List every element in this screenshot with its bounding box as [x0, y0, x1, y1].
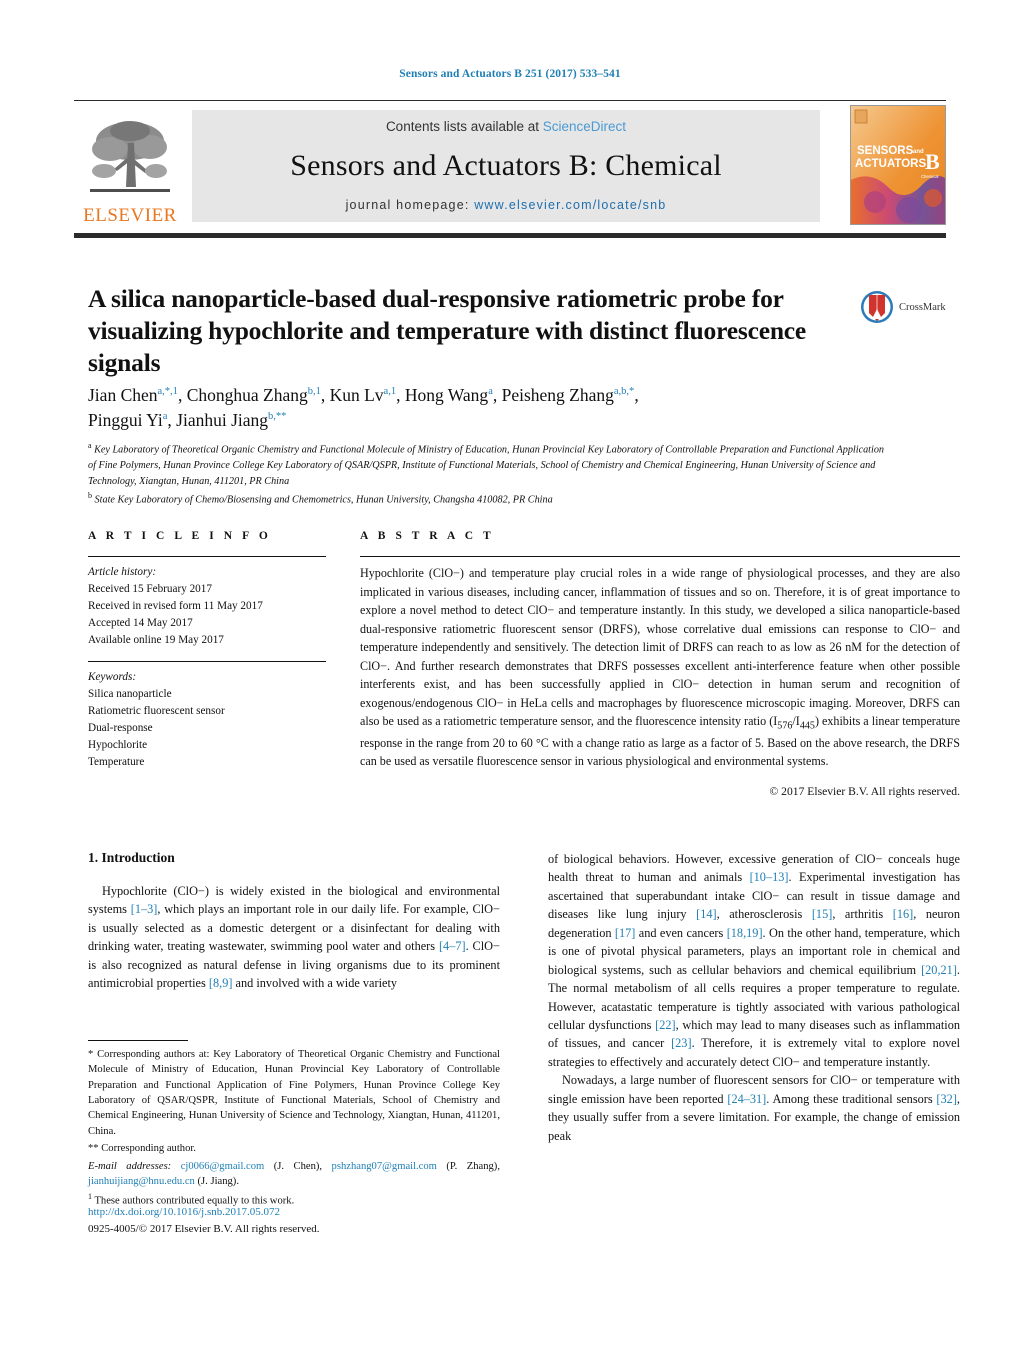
- section-heading-introduction: 1. Introduction: [88, 850, 175, 865]
- footnote-block: * Corresponding authors at: Key Laborato…: [88, 1040, 500, 1211]
- page-title: A silica nanoparticle-based dual-respons…: [88, 284, 807, 378]
- keyword-1: Silica nanoparticle: [88, 688, 172, 701]
- svg-text:ACTUATORS: ACTUATORS: [855, 158, 926, 170]
- footnote-corresponding-authors: * Corresponding authors at: Key Laborato…: [88, 1049, 500, 1137]
- elsevier-tree-icon: [90, 121, 170, 192]
- author-line-1: Jian Chena,*,1, Chonghua Zhangb,1, Kun L…: [88, 385, 639, 405]
- keywords-block: Keywords: Silica nanoparticle Ratiometri…: [88, 669, 326, 771]
- body-column-left: 1. Introduction Hypochlorite (ClO−) is w…: [88, 850, 500, 993]
- journal-cover-thumbnail: SENSORS and ACTUATORS B Chemical: [850, 105, 946, 225]
- journal-homepage-line: journal homepage: www.elsevier.com/locat…: [346, 198, 667, 212]
- sciencedirect-link[interactable]: ScienceDirect: [543, 119, 626, 134]
- intro-paragraph-left: Hypochlorite (ClO−) is widely existed in…: [88, 884, 500, 991]
- journal-band: Contents lists available at ScienceDirec…: [192, 110, 820, 222]
- title-block: A silica nanoparticle-based dual-respons…: [88, 283, 848, 379]
- journal-cover-art: SENSORS and ACTUATORS B Chemical: [851, 106, 945, 224]
- footnote-corresponding-author-2: ** Corresponding author.: [88, 1143, 196, 1155]
- journal-masthead: ELSEVIER Contents lists available at Sci…: [74, 104, 946, 227]
- running-head: Sensors and Actuators B 251 (2017) 533–5…: [399, 68, 621, 80]
- doi-link[interactable]: http://dx.doi.org/10.1016/j.snb.2017.05.…: [88, 1204, 500, 1221]
- contents-prefix: Contents lists available at: [385, 119, 543, 134]
- issn-copyright: 0925-4005/© 2017 Elsevier B.V. All right…: [88, 1222, 320, 1235]
- email-link-zhang[interactable]: pshzhang07@gmail.com: [332, 1161, 437, 1172]
- email-owner-jiang: (J. Jiang).: [197, 1175, 240, 1187]
- author-line-2: Pinggui Yia, Jianhui Jiangb,**: [88, 409, 287, 430]
- homepage-prefix: journal homepage:: [345, 198, 475, 212]
- history-accepted: Accepted 14 May 2017: [88, 617, 193, 630]
- intro-paragraph-right-2: Nowadays, a large number of fluorescent …: [548, 1073, 960, 1143]
- email-addresses-label: E-mail addresses:: [88, 1160, 172, 1172]
- article-info-column: A R T I C L E I N F O Article history: R…: [88, 530, 326, 771]
- abstract-text: Hypochlorite (ClO−) and temperature play…: [360, 566, 961, 769]
- svg-text:SENSORS: SENSORS: [857, 145, 914, 157]
- affiliation-a: a Key Laboratory of Theoretical Organic …: [88, 441, 885, 488]
- abstract-column: A B S T R A C T Hypochlorite (ClO−) and …: [360, 530, 960, 798]
- footnote-rule: [88, 1040, 188, 1041]
- masthead-bottom-bar: [74, 233, 946, 238]
- footer-block: http://dx.doi.org/10.1016/j.snb.2017.05.…: [88, 1204, 500, 1237]
- intro-paragraph-right-1: of biological behaviors. However, excess…: [548, 852, 960, 1069]
- email-link-jiang[interactable]: jianhuijiang@hnu.edu.cn: [88, 1176, 195, 1187]
- crossmark-icon: [861, 291, 893, 323]
- article-history-block: Article history: Received 15 February 20…: [88, 564, 326, 649]
- affiliation-b: b State Key Laboratory of Chemo/Biosensi…: [88, 490, 553, 506]
- keyword-3: Dual-response: [88, 722, 153, 735]
- author-list: Jian Chena,*,1, Chonghua Zhangb,1, Kun L…: [88, 383, 878, 433]
- email-owner-zhang: (P. Zhang),: [446, 1160, 500, 1172]
- svg-text:Chemical: Chemical: [921, 174, 939, 179]
- paper-page: Sensors and Actuators B 251 (2017) 533–5…: [0, 0, 1020, 1351]
- body-column-right: of biological behaviors. However, excess…: [548, 850, 960, 1145]
- elsevier-logo: ELSEVIER: [74, 104, 186, 227]
- abstract-rule: [360, 556, 960, 557]
- article-info-heading: A R T I C L E I N F O: [88, 530, 272, 542]
- keyword-2: Ratiometric fluorescent sensor: [88, 705, 225, 718]
- keywords-rule: [88, 661, 326, 663]
- svg-text:B: B: [925, 149, 940, 174]
- crossmark-badge[interactable]: CrossMark: [860, 287, 960, 327]
- keyword-4: Hypochlorite: [88, 739, 148, 752]
- email-link-chen[interactable]: cj0066@gmail.com: [181, 1161, 265, 1172]
- elsevier-wordmark: ELSEVIER: [83, 205, 177, 226]
- history-received: Received 15 February 2017: [88, 583, 212, 596]
- article-history-label: Article history:: [88, 566, 157, 578]
- article-info-rule: [88, 556, 326, 557]
- keyword-5: Temperature: [88, 756, 145, 769]
- affiliations: a Key Laboratory of Theoretical Organic …: [88, 440, 888, 508]
- abstract-copyright: © 2017 Elsevier B.V. All rights reserved…: [769, 784, 960, 798]
- journal-title: Sensors and Actuators B: Chemical: [290, 149, 722, 182]
- history-revised: Received in revised form 11 May 2017: [88, 600, 263, 613]
- history-online: Available online 19 May 2017: [88, 634, 224, 647]
- masthead-top-rule: [74, 100, 946, 101]
- journal-homepage-link[interactable]: www.elsevier.com/locate/snb: [474, 198, 666, 212]
- keywords-label: Keywords:: [88, 671, 137, 684]
- crossmark-label: CrossMark: [899, 301, 946, 313]
- contents-available-line: Contents lists available at ScienceDirec…: [386, 119, 626, 134]
- email-owner-chen: (J. Chen),: [273, 1160, 323, 1172]
- svg-text:and: and: [913, 149, 924, 155]
- abstract-heading: A B S T R A C T: [360, 530, 495, 542]
- footnote-emails: E-mail addresses: cj0066@gmail.com (J. C…: [88, 1159, 500, 1190]
